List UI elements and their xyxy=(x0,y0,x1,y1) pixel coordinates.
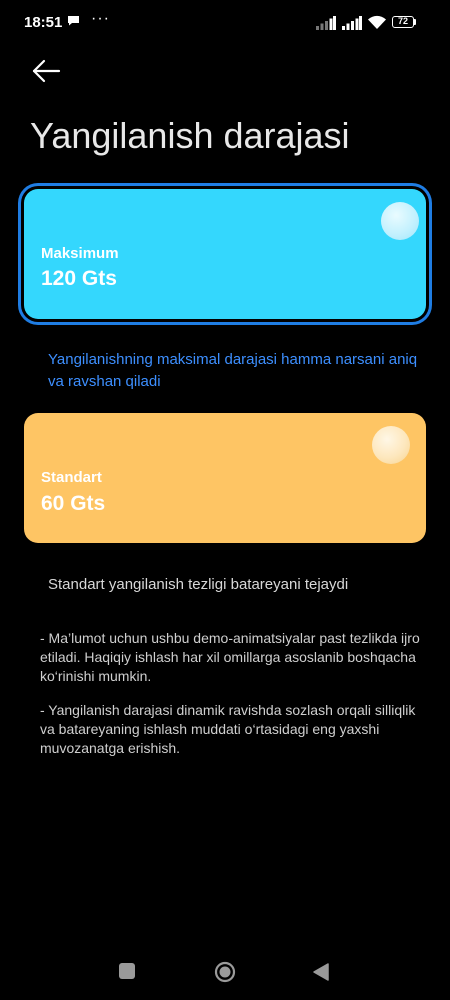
option-value: 60 Gts xyxy=(41,492,106,515)
page-title: Yangilanish darajasi xyxy=(30,115,350,156)
signal-icon xyxy=(342,16,362,30)
recents-icon[interactable] xyxy=(119,963,135,979)
more-icon: ··· xyxy=(91,10,110,27)
battery-level: 72 xyxy=(392,16,414,28)
back-button[interactable] xyxy=(26,56,66,86)
option-label: Standart xyxy=(41,469,102,486)
option-description: Yangilanishning maksimal darajasi hamma … xyxy=(48,351,418,390)
arrow-left-icon xyxy=(32,59,61,83)
status-bar: 18:51 ··· 72 xyxy=(0,0,450,44)
info-note: - Ma’lumot uchun ushbu demo-animatsiyala… xyxy=(40,630,420,684)
option-description: Standart yangilanish tezligi batareyani … xyxy=(48,576,349,593)
option-value: 120 Gts xyxy=(41,267,117,290)
status-time: 18:51 xyxy=(24,14,63,31)
option-label: Maksimum xyxy=(41,245,119,262)
info-note: - Yangilanish darajasi dinamik ravishda … xyxy=(40,702,416,756)
home-icon[interactable] xyxy=(214,961,236,983)
signal-icon xyxy=(316,16,336,30)
selected-indicator xyxy=(381,202,419,240)
message-icon xyxy=(68,16,79,26)
battery-icon: 72 xyxy=(392,16,418,29)
wifi-icon xyxy=(368,15,386,29)
option-card-maksimum[interactable]: Maksimum 120 Gts xyxy=(24,189,426,319)
option-card-standart[interactable]: Standart 60 Gts xyxy=(24,413,426,543)
navigation-bar xyxy=(0,945,450,1000)
radio-indicator xyxy=(372,426,410,464)
back-triangle-icon[interactable] xyxy=(312,962,330,982)
